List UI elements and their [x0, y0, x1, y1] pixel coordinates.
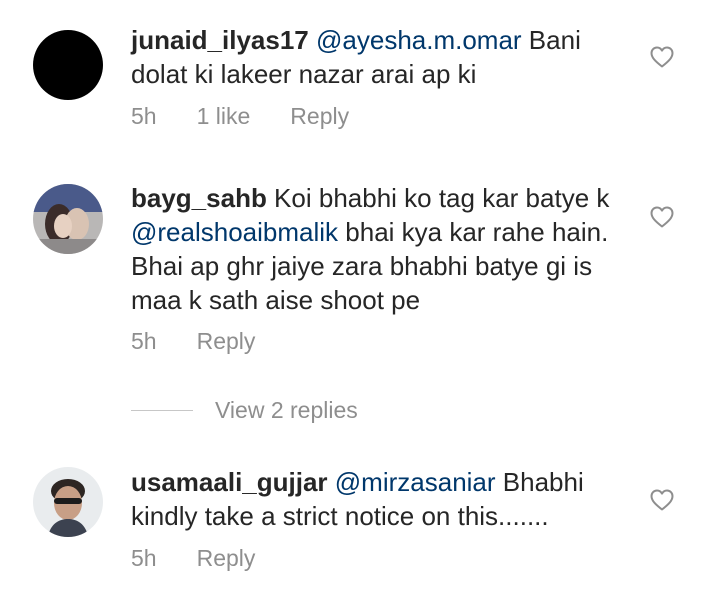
comment-username[interactable]: junaid_ilyas17	[131, 25, 309, 55]
comment-text: junaid_ilyas17 @ayesha.m.omar Bani dolat…	[131, 23, 631, 91]
comment-likes[interactable]: 1 like	[197, 103, 251, 130]
heart-outline-icon[interactable]	[650, 206, 678, 232]
comment-body: Koi bhabhi ko tag kar batye k	[266, 183, 610, 213]
comment-meta: 5h Reply	[131, 543, 295, 573]
reply-button[interactable]: Reply	[197, 328, 256, 355]
reply-button[interactable]: Reply	[197, 545, 256, 572]
comment-text: bayg_sahb Koi bhabhi ko tag kar batye k …	[131, 181, 631, 317]
comment-text: usamaali_gujjar @mirzasaniar Bhabhi kind…	[131, 465, 631, 533]
avatar[interactable]	[33, 467, 103, 537]
comment-time: 5h	[131, 544, 157, 571]
view-replies[interactable]: View 2 replies	[131, 396, 358, 424]
comment-mention[interactable]: @realshoaibmalik	[131, 217, 338, 247]
comment-username[interactable]: bayg_sahb	[131, 183, 267, 213]
comment-meta: 5h 1 like Reply	[131, 101, 389, 131]
avatar[interactable]	[33, 30, 103, 100]
comment-mention[interactable]: @mirzasaniar	[335, 467, 496, 497]
heart-outline-icon[interactable]	[650, 46, 678, 72]
heart-outline-icon[interactable]	[650, 489, 678, 515]
comment-time: 5h	[131, 102, 157, 129]
avatar[interactable]	[33, 184, 103, 254]
reply-button[interactable]: Reply	[290, 103, 349, 130]
view-replies-button[interactable]: View 2 replies	[215, 397, 358, 424]
comment-meta: 5h Reply	[131, 326, 295, 356]
comment-mention[interactable]: @ayesha.m.omar	[316, 25, 522, 55]
comment-username[interactable]: usamaali_gujjar	[131, 467, 328, 497]
divider	[131, 409, 193, 411]
comment-time: 5h	[131, 327, 157, 354]
